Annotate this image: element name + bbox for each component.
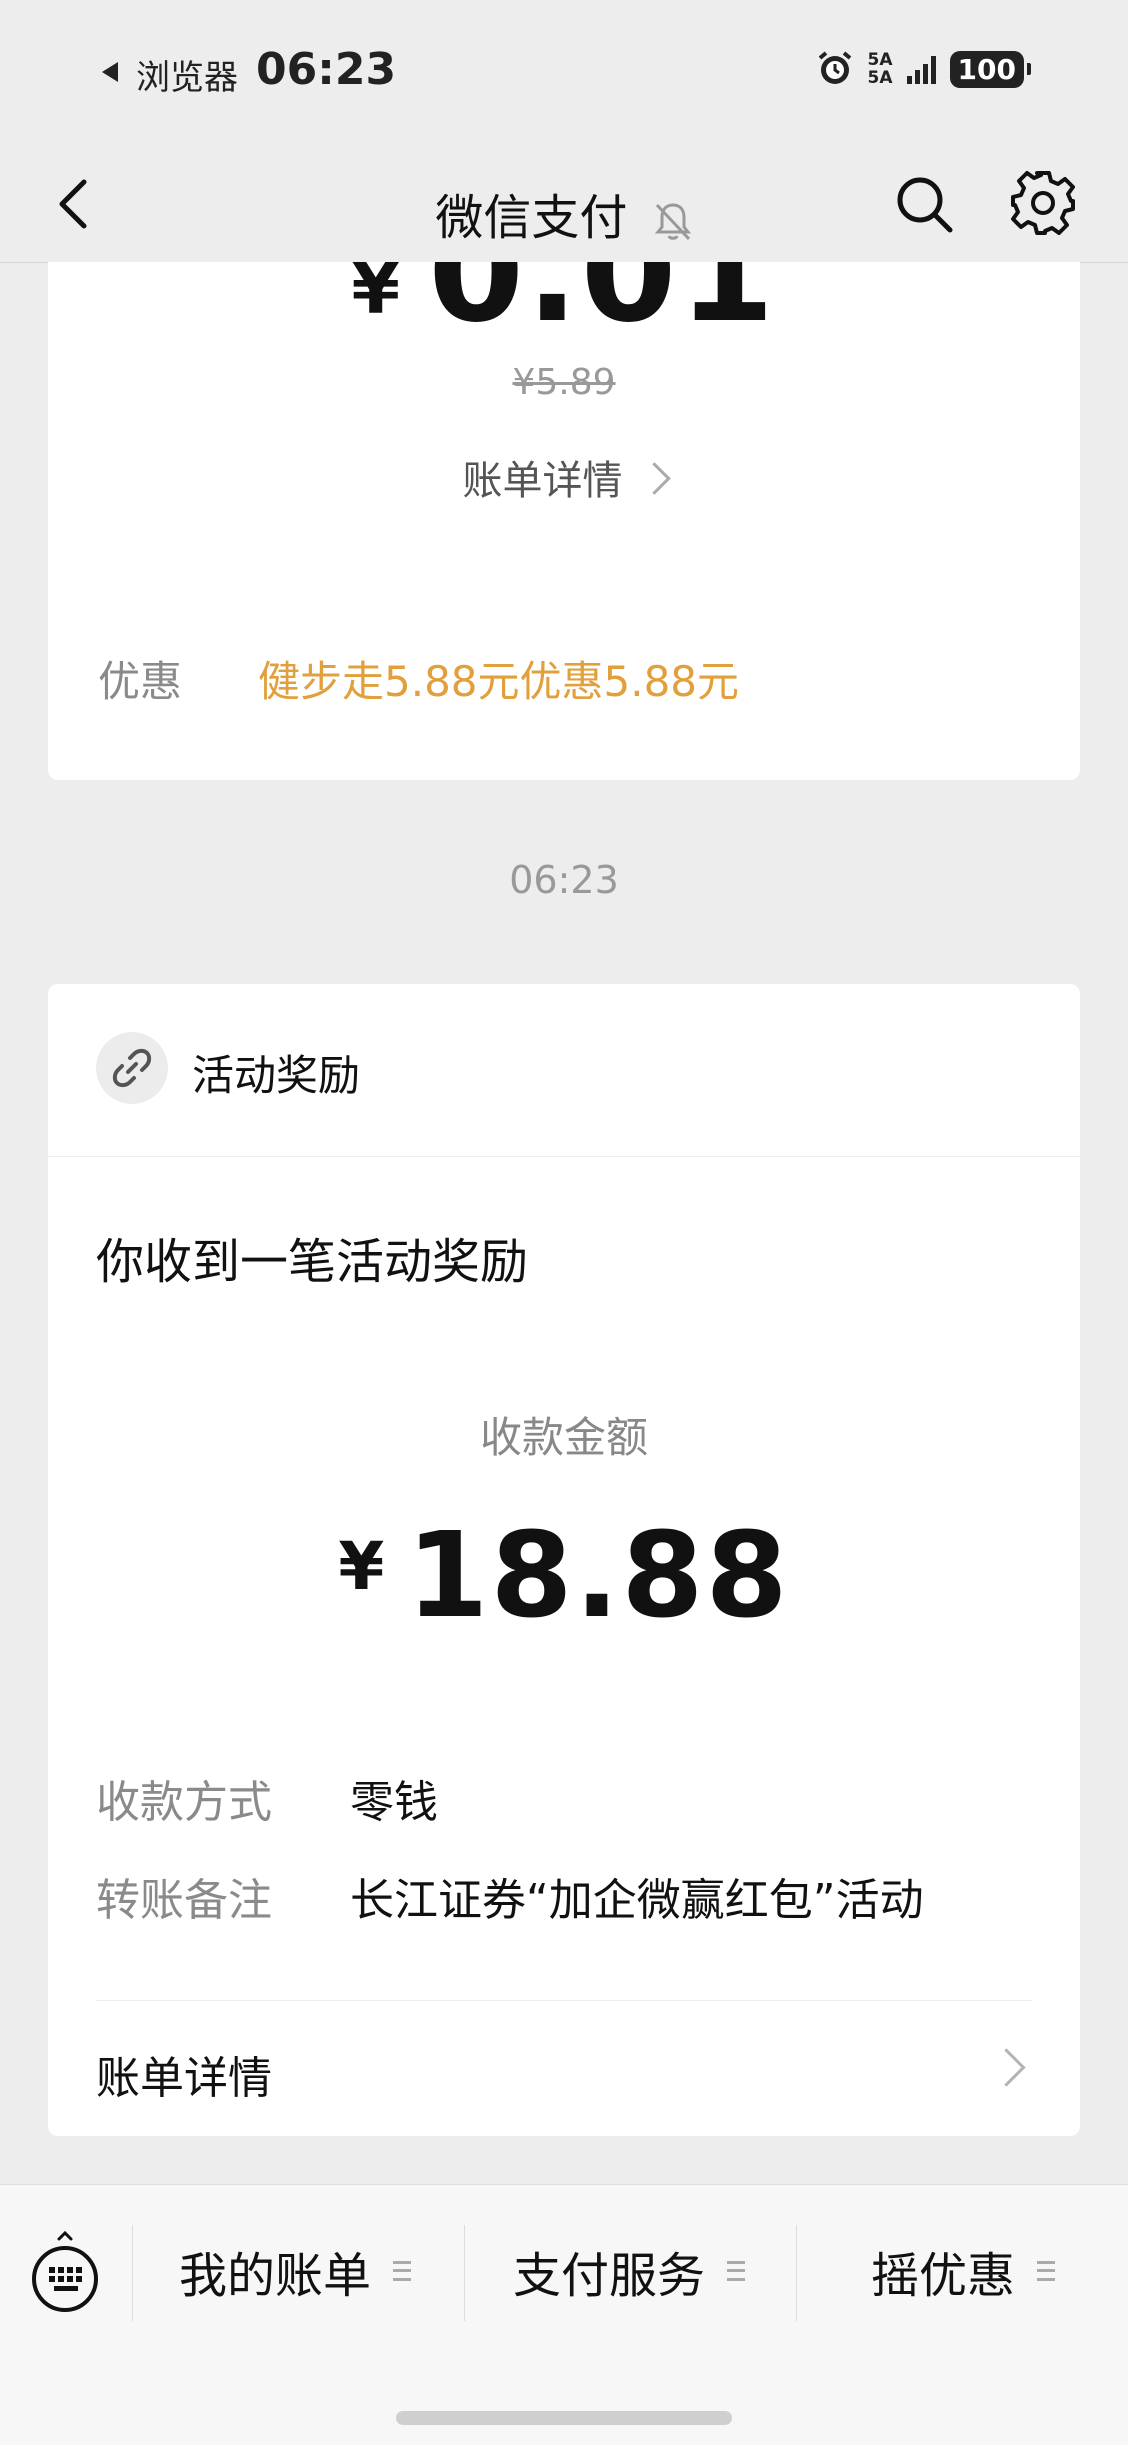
keyboard-toggle-icon[interactable] — [28, 2229, 102, 2315]
discount-value: 健步走5.88元优惠5.88元 — [258, 657, 740, 706]
chevron-right-icon — [987, 2048, 1026, 2087]
remark-value: 长江证券“加企微赢红包”活动 — [350, 1875, 924, 1926]
menu-payment-services[interactable]: 支付服务 — [464, 2223, 794, 2319]
network-type-sim2: 5A — [867, 68, 893, 88]
signal-bars-icon — [906, 54, 936, 84]
status-bar: 浏览器 06:23 5A 5A 100 — [0, 0, 1128, 150]
divider — [96, 2000, 1032, 2001]
status-app-name[interactable]: 浏览器 — [136, 50, 238, 99]
search-icon[interactable] — [892, 172, 956, 236]
menu-label: 支付服务 — [512, 2248, 705, 2304]
menu-icon — [1037, 2261, 1055, 2281]
remark-label: 转账备注 — [96, 1875, 272, 1926]
status-indicators: 5A 5A 100 — [816, 50, 1032, 88]
link-icon — [96, 1032, 168, 1104]
reward-card-title: 活动奖励 — [192, 1051, 361, 1100]
reward-amount-value: 18.88 — [406, 1506, 790, 1644]
bill-details-link[interactable]: 账单详情 — [96, 2042, 272, 2106]
reward-amount: ¥18.88 — [48, 1506, 1080, 1644]
method-label: 收款方式 — [96, 1777, 272, 1828]
reward-notice: 你收到一笔活动奖励 — [96, 1234, 529, 1290]
original-price: ¥5.89 — [512, 362, 616, 403]
menu-shake-offers[interactable]: 摇优惠 — [798, 2223, 1128, 2319]
method-value: 零钱 — [350, 1777, 438, 1828]
page-title-text: 微信支付 — [435, 190, 628, 246]
chevron-right-icon — [637, 462, 671, 495]
status-time: 06:23 — [256, 44, 397, 95]
message-timestamp: 06:23 — [509, 858, 619, 902]
menu-my-bills[interactable]: 我的账单 — [130, 2223, 460, 2319]
nav-bar: 微信支付 — [0, 150, 1128, 263]
network-type: 5A 5A — [868, 51, 893, 87]
menu-label: 我的账单 — [178, 2248, 371, 2304]
reward-card[interactable]: 活动奖励 你收到一笔活动奖励 收款金额 ¥18.88 收款方式 零钱 转账备注 … — [48, 984, 1080, 2136]
back-to-app-icon[interactable] — [102, 62, 118, 82]
menu-separator — [796, 2225, 797, 2321]
bill-details-link[interactable]: 账单详情 — [48, 448, 1080, 506]
battery-indicator: 100 — [949, 50, 1032, 88]
bill-details-label: 账单详情 — [462, 458, 623, 504]
bottom-menu-bar: 我的账单 支付服务 摇优惠 — [0, 2184, 1128, 2445]
discount-label: 优惠 — [98, 657, 183, 706]
currency-symbol: ¥ — [351, 262, 403, 330]
menu-label: 摇优惠 — [870, 2248, 1015, 2304]
mute-notification-icon — [654, 203, 691, 241]
gear-icon[interactable] — [1008, 168, 1078, 238]
payment-amount: ¥0.01 — [48, 262, 1080, 353]
payment-card: ¥0.01 ¥5.89 账单详情 优惠 健步走5.88元优惠5.88元 — [48, 262, 1080, 780]
amount-label: 收款金额 — [479, 1413, 648, 1462]
page-title: 微信支付 — [0, 178, 1128, 248]
menu-icon — [393, 2261, 411, 2281]
home-indicator[interactable] — [396, 2411, 732, 2425]
payment-amount-value: 0.01 — [428, 262, 777, 353]
menu-icon — [727, 2261, 745, 2281]
alarm-icon — [818, 51, 851, 84]
reward-card-header: 活动奖励 — [48, 984, 1080, 1157]
currency-symbol: ¥ — [338, 1528, 387, 1605]
network-type-sim1: 5A — [867, 50, 893, 70]
